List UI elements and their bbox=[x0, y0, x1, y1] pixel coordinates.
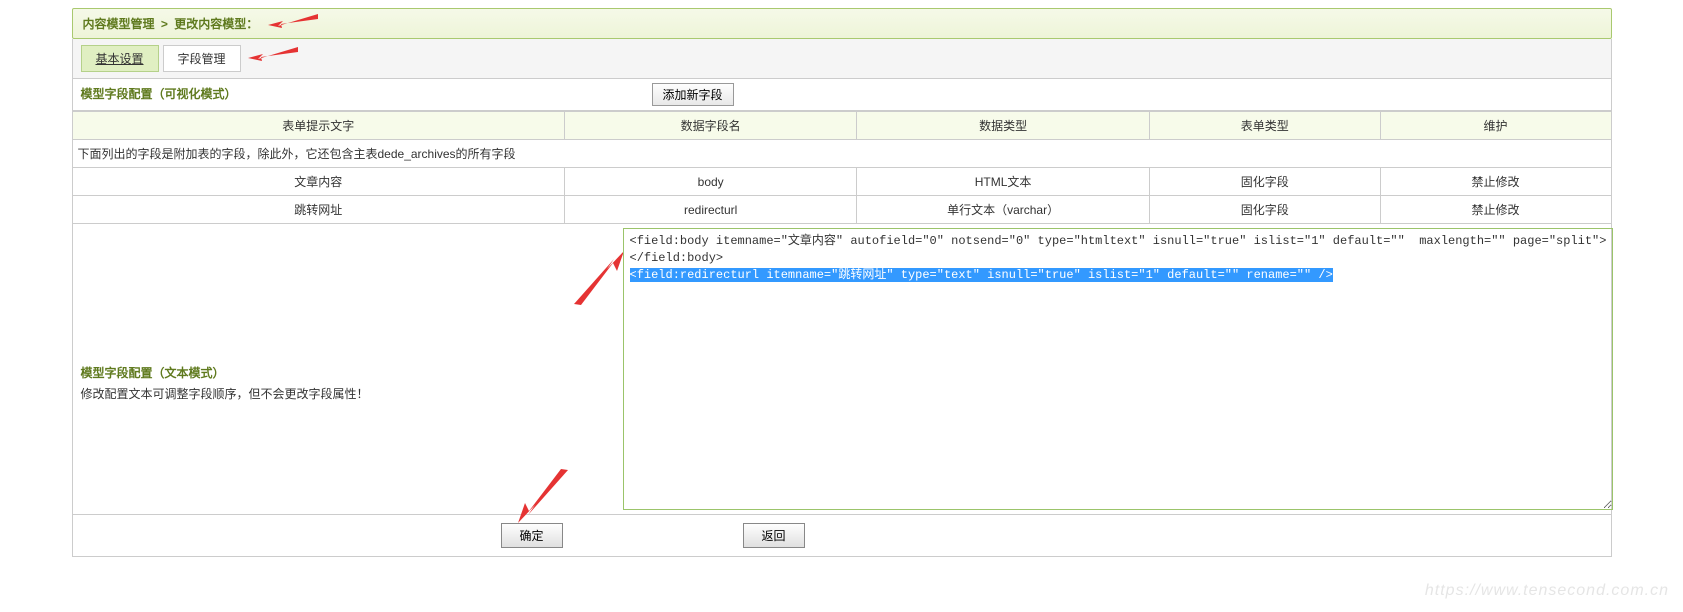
fields-table: 表单提示文字 数据字段名 数据类型 表单类型 维护 下面列出的字段是附加表的字段… bbox=[72, 111, 1612, 224]
table-row: 文章内容 body HTML文本 固化字段 禁止修改 bbox=[72, 168, 1611, 196]
footer-actions: 确定 返回 bbox=[72, 515, 1612, 557]
cell-form-type: 固化字段 bbox=[1149, 196, 1380, 224]
cell-form-type: 固化字段 bbox=[1149, 168, 1380, 196]
text-mode-title: 模型字段配置（文本模式） bbox=[81, 364, 611, 381]
tab-basic-settings[interactable]: 基本设置 bbox=[81, 45, 159, 72]
cell-prompt: 跳转网址 bbox=[72, 196, 564, 224]
breadcrumb-separator: > bbox=[161, 17, 168, 31]
cell-maintain: 禁止修改 bbox=[1380, 168, 1611, 196]
watermark: https://www.tensecond.com.cn bbox=[1425, 582, 1669, 600]
cell-field-name: body bbox=[564, 168, 856, 196]
tabs-row: 基本设置 字段管理 bbox=[72, 39, 1612, 79]
cell-prompt: 文章内容 bbox=[72, 168, 564, 196]
visual-mode-title: 模型字段配置（可视化模式） bbox=[73, 79, 646, 110]
table-desc: 下面列出的字段是附加表的字段，除此外，它还包含主表dede_archives的所… bbox=[72, 140, 1611, 168]
table-row: 跳转网址 redirecturl 单行文本（varchar） 固化字段 禁止修改 bbox=[72, 196, 1611, 224]
visual-mode-header: 模型字段配置（可视化模式） 添加新字段 bbox=[72, 79, 1612, 111]
code-line-selected: <field:redirecturl itemname="跳转网址" type=… bbox=[630, 268, 1333, 282]
text-mode-left: 模型字段配置（文本模式） 修改配置文本可调整字段顺序，但不会更改字段属性！ bbox=[73, 224, 619, 514]
text-mode-desc: 修改配置文本可调整字段顺序，但不会更改字段属性！ bbox=[81, 385, 611, 402]
col-maintain: 维护 bbox=[1380, 112, 1611, 140]
cell-data-type: 单行文本（varchar） bbox=[857, 196, 1149, 224]
cell-field-name: redirecturl bbox=[564, 196, 856, 224]
cell-maintain: 禁止修改 bbox=[1380, 196, 1611, 224]
col-form-type: 表单类型 bbox=[1149, 112, 1380, 140]
col-field-name: 数据字段名 bbox=[564, 112, 856, 140]
annotation-arrow-icon bbox=[268, 11, 318, 31]
col-data-type: 数据类型 bbox=[857, 112, 1149, 140]
text-mode-section: 模型字段配置（文本模式） 修改配置文本可调整字段顺序，但不会更改字段属性！ <f… bbox=[72, 224, 1612, 515]
cell-data-type: HTML文本 bbox=[857, 168, 1149, 196]
breadcrumb-current: 更改内容模型： bbox=[174, 17, 258, 31]
breadcrumb-bar: 内容模型管理 > 更改内容模型： bbox=[72, 8, 1612, 39]
back-button[interactable]: 返回 bbox=[743, 523, 805, 548]
tab-field-management[interactable]: 字段管理 bbox=[163, 45, 241, 72]
code-line: </field:body> bbox=[630, 250, 1607, 267]
table-desc-row: 下面列出的字段是附加表的字段，除此外，它还包含主表dede_archives的所… bbox=[72, 140, 1611, 168]
col-prompt: 表单提示文字 bbox=[72, 112, 564, 140]
breadcrumb-root[interactable]: 内容模型管理 bbox=[83, 17, 155, 31]
table-header-row: 表单提示文字 数据字段名 数据类型 表单类型 维护 bbox=[72, 112, 1611, 140]
field-config-textarea[interactable]: <field:body itemname="文章内容" autofield="0… bbox=[623, 228, 1614, 510]
add-field-button[interactable]: 添加新字段 bbox=[652, 83, 734, 106]
annotation-arrow-icon bbox=[248, 44, 298, 64]
breadcrumb: 内容模型管理 > 更改内容模型： bbox=[83, 17, 259, 31]
confirm-button[interactable]: 确定 bbox=[501, 523, 563, 548]
code-line: <field:body itemname="文章内容" autofield="0… bbox=[630, 233, 1607, 250]
